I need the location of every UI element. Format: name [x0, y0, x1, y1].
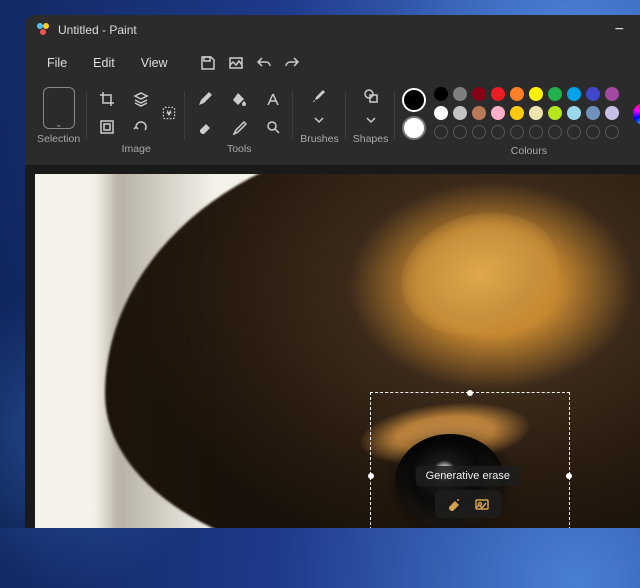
context-tooltip: Generative erase	[416, 466, 520, 518]
palette-swatch[interactable]	[434, 87, 448, 101]
palette-swatch-empty[interactable]	[529, 125, 543, 139]
rotate-icon[interactable]	[132, 118, 150, 136]
palette-swatch[interactable]	[472, 106, 486, 120]
palette-swatch[interactable]	[605, 87, 619, 101]
brush-icon[interactable]	[310, 87, 328, 105]
save-icon[interactable]	[200, 55, 216, 71]
canvas-area: Generative erase	[25, 166, 640, 528]
palette-swatch[interactable]	[510, 106, 524, 120]
menu-view[interactable]: View	[129, 51, 180, 75]
palette-swatch-empty[interactable]	[453, 125, 467, 139]
import-icon[interactable]	[228, 55, 244, 71]
magnifier-icon[interactable]	[264, 118, 282, 136]
group-colours: Colours	[402, 87, 640, 157]
resize-handle[interactable]	[467, 390, 473, 396]
palette-swatch[interactable]	[586, 106, 600, 120]
fill-icon[interactable]	[230, 90, 248, 108]
dropdown-icon[interactable]	[362, 111, 380, 129]
app-icon	[35, 21, 51, 40]
palette-swatch[interactable]	[510, 87, 524, 101]
palette-swatch[interactable]	[567, 87, 581, 101]
group-label: Tools	[227, 143, 252, 155]
group-label: Brushes	[300, 133, 339, 145]
dropdown-icon[interactable]	[310, 111, 328, 129]
group-tools: Tools	[192, 87, 286, 157]
palette-swatch-empty[interactable]	[434, 125, 448, 139]
palette-swatch-empty[interactable]	[472, 125, 486, 139]
resize-icon[interactable]	[98, 118, 116, 136]
palette-swatch[interactable]	[548, 87, 562, 101]
palette-swatch-empty[interactable]	[586, 125, 600, 139]
menu-edit[interactable]: Edit	[81, 51, 127, 75]
group-label: Shapes	[353, 133, 389, 145]
palette-swatch[interactable]	[491, 106, 505, 120]
minimize-button[interactable]: −	[609, 21, 630, 39]
group-brushes: Brushes	[300, 87, 339, 157]
generative-erase-icon[interactable]	[445, 495, 463, 513]
shapes-icon[interactable]	[362, 87, 380, 105]
colour-secondary[interactable]	[402, 116, 426, 140]
eraser-icon[interactable]	[196, 118, 214, 136]
group-selection: Selection	[37, 87, 80, 157]
layers-icon[interactable]	[132, 90, 150, 108]
palette-swatch[interactable]	[605, 106, 619, 120]
edit-colours-button[interactable]	[633, 103, 640, 125]
tooltip-label: Generative erase	[416, 466, 520, 486]
palette-swatch[interactable]	[567, 106, 581, 120]
palette-swatch[interactable]	[491, 87, 505, 101]
palette-swatch-empty[interactable]	[548, 125, 562, 139]
group-label: Image	[122, 143, 151, 155]
palette-swatch[interactable]	[529, 106, 543, 120]
menu-bar: File Edit View	[25, 45, 640, 81]
palette-swatch[interactable]	[472, 87, 486, 101]
palette-swatch[interactable]	[434, 106, 448, 120]
group-label: Selection	[37, 133, 80, 145]
select-button[interactable]	[43, 87, 75, 129]
ai-icon[interactable]	[160, 104, 178, 122]
palette-swatch[interactable]	[453, 87, 467, 101]
picker-icon[interactable]	[230, 118, 248, 136]
palette-swatch-empty[interactable]	[510, 125, 524, 139]
undo-icon[interactable]	[256, 55, 272, 71]
title-bar: Untitled - Paint −	[25, 15, 640, 45]
group-shapes: Shapes	[353, 87, 389, 157]
colour-primary[interactable]	[402, 88, 426, 112]
group-image: Image	[94, 87, 178, 157]
ribbon: Selection Image	[25, 81, 640, 166]
menu-file[interactable]: File	[35, 51, 79, 75]
palette-swatch-empty[interactable]	[491, 125, 505, 139]
palette-swatch[interactable]	[586, 87, 600, 101]
palette-swatch[interactable]	[453, 106, 467, 120]
canvas[interactable]: Generative erase	[35, 174, 640, 528]
colour-palette	[434, 87, 621, 141]
palette-swatch[interactable]	[529, 87, 543, 101]
palette-swatch[interactable]	[548, 106, 562, 120]
palette-swatch-empty[interactable]	[567, 125, 581, 139]
paint-window: Untitled - Paint − File Edit View Select…	[25, 15, 640, 528]
palette-swatch-empty[interactable]	[605, 125, 619, 139]
crop-icon[interactable]	[98, 90, 116, 108]
background-remove-icon[interactable]	[473, 495, 491, 513]
text-icon[interactable]	[264, 90, 282, 108]
pencil-icon[interactable]	[196, 90, 214, 108]
window-title: Untitled - Paint	[58, 23, 137, 37]
redo-icon[interactable]	[284, 55, 300, 71]
group-label: Colours	[511, 145, 547, 157]
